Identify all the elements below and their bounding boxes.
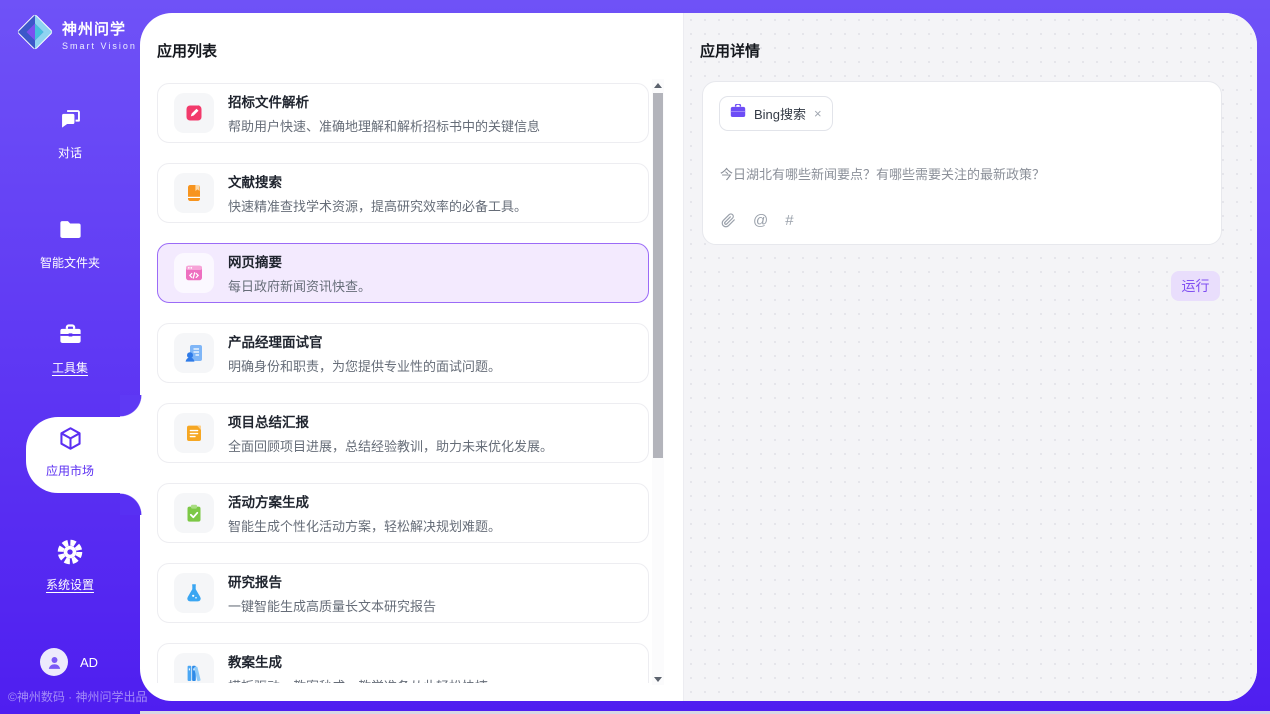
app-item-name: 网页摘要 [228,251,371,271]
attachment-toolbar: @ # [720,212,794,229]
app-item-description: 模板驱动，教案秒成，教学准备从此轻松快捷 [228,676,488,683]
scrollbar-thumb[interactable] [653,93,663,458]
cube-icon [0,424,140,454]
main-panel: 应用列表 应用详情 招标文件解析 帮助用户快速、准确地理解和解析招标书中的关键信… [140,13,1257,701]
user-initials: AD [80,655,98,670]
app-list-item[interactable]: 网页摘要 每日政府新闻资讯快查。 [157,243,649,303]
activity-plan-icon [174,493,214,533]
app-item-description: 帮助用户快速、准确地理解和解析招标书中的关键信息 [228,116,540,135]
sidebar-item-工具集[interactable]: 工具集 [0,321,140,377]
project-summary-icon [174,413,214,453]
bid-parse-icon [174,93,214,133]
concave-corner [120,493,142,515]
briefcase-icon [730,104,746,123]
app-list-item[interactable]: 产品经理面试官 明确身份和职责，为您提供专业性的面试问题。 [157,323,649,383]
app-item-description: 快速精准查找学术资源，提高研究效率的必备工具。 [228,196,527,215]
concave-corner [120,395,142,417]
sidebar-nav-label: 智能文件夹 [40,254,100,271]
app-item-name: 产品经理面试官 [228,331,501,351]
literature-search-icon [174,173,214,213]
app-list-scrollbar[interactable] [652,79,664,685]
app-item-description: 每日政府新闻资讯快查。 [228,276,371,295]
app-item-name: 项目总结汇报 [228,411,553,431]
app-item-name: 活动方案生成 [228,491,501,511]
app-list-item[interactable]: 项目总结汇报 全面回顾项目进展，总结经验教训，助力未来优化发展。 [157,403,649,463]
app-list-item[interactable]: 文献搜索 快速精准查找学术资源，提高研究效率的必备工具。 [157,163,649,223]
app-item-description: 明确身份和职责，为您提供专业性的面试问题。 [228,356,501,375]
app-list-item[interactable]: 教案生成 模板驱动，教案秒成，教学准备从此轻松快捷 [157,643,649,683]
sidebar-item-应用市场[interactable]: 应用市场 [0,424,140,480]
app-list-item[interactable]: 研究报告 一键智能生成高质量长文本研究报告 [157,563,649,623]
hashtag-icon[interactable]: # [785,212,793,229]
tool-tag-label: Bing搜索 [754,104,806,123]
app-item-name: 研究报告 [228,571,436,591]
web-summary-icon [174,253,214,293]
app-list-item[interactable]: 活动方案生成 智能生成个性化活动方案，轻松解决规划难题。 [157,483,649,543]
user-avatar-icon [40,648,68,676]
run-button[interactable]: 运行 [1171,271,1220,301]
paperclip-icon[interactable] [720,212,736,229]
lesson-plan-icon [174,653,214,683]
tag-close-icon[interactable]: × [814,106,822,121]
copyright-footer: ©神州数码 · 神州问学出品 [8,688,148,705]
sidebar-item-对话[interactable]: 对话 [0,106,140,162]
app-item-description: 一键智能生成高质量长文本研究报告 [228,596,436,615]
sidebar-nav-label: 应用市场 [46,462,94,479]
research-report-icon [174,573,214,613]
user-account[interactable]: AD [40,648,98,676]
app-item-description: 全面回顾项目进展，总结经验教训，助力未来优化发展。 [228,436,553,455]
sidebar-nav-label: 工具集 [52,359,88,376]
sidebar-item-智能文件夹[interactable]: 智能文件夹 [0,216,140,272]
tool-tag-bing-search[interactable]: Bing搜索 × [719,96,833,131]
app-item-name: 教案生成 [228,651,488,671]
app-list: 招标文件解析 帮助用户快速、准确地理解和解析招标书中的关键信息 文献搜索 快速精… [157,83,649,683]
pm-interviewer-icon [174,333,214,373]
app-list-title: 应用列表 [157,40,217,61]
folder-icon [0,216,140,246]
brand-diamond-icon [16,13,54,56]
mention-icon[interactable]: @ [753,212,768,229]
app-detail-title: 应用详情 [700,40,760,61]
sidebar-nav-label: 对话 [58,144,82,161]
sidebar: 神州问学 Smart Vision 对话 智能文件夹 工具集 应用市场 系统设置… [0,0,140,714]
sidebar-nav-label: 系统设置 [46,576,94,593]
brand-logo: 神州问学 Smart Vision [16,13,137,56]
sidebar-item-系统设置[interactable]: 系统设置 [0,538,140,594]
brand-subtitle: Smart Vision [62,41,137,51]
gear-icon [0,538,140,568]
brand-name: 神州问学 [62,18,137,39]
app-item-name: 文献搜索 [228,171,527,191]
app-list-item[interactable]: 招标文件解析 帮助用户快速、准确地理解和解析招标书中的关键信息 [157,83,649,143]
chat-icon [0,106,140,136]
scroll-up-arrow-icon[interactable] [652,79,664,91]
scroll-down-arrow-icon[interactable] [652,673,664,685]
toolbox-icon [0,321,140,351]
app-item-name: 招标文件解析 [228,91,540,111]
app-item-description: 智能生成个性化活动方案，轻松解决规划难题。 [228,516,501,535]
prompt-input[interactable]: 今日湖北有哪些新闻要点？有哪些需要关注的最新政策？ [720,164,1205,183]
prompt-card: Bing搜索 × 今日湖北有哪些新闻要点？有哪些需要关注的最新政策？ @ # [702,81,1222,245]
